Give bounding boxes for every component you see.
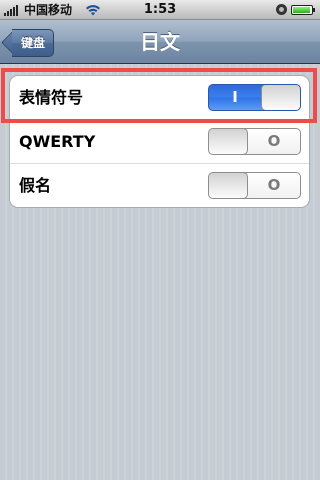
switch-knob[interactable] xyxy=(209,173,248,198)
switch-off-label: O xyxy=(267,176,281,194)
table-row-qwerty: QWERTY O xyxy=(10,119,309,163)
navigation-bar: 键盘 日文 xyxy=(0,20,320,64)
table-row-kana: 假名 O xyxy=(10,163,309,207)
switch-knob[interactable] xyxy=(209,129,248,154)
battery-icon xyxy=(291,5,315,15)
back-button-label: 键盘 xyxy=(20,36,45,50)
highlight-box xyxy=(1,68,317,123)
switch-off-label: O xyxy=(267,132,281,150)
back-button[interactable]: 键盘 xyxy=(1,29,54,57)
rotation-lock-icon xyxy=(276,4,287,15)
page-title: 日文 xyxy=(140,30,180,54)
row-label: 假名 xyxy=(19,176,52,195)
qwerty-toggle-switch[interactable]: O xyxy=(208,128,301,155)
status-bar: 中国移动 1:53 xyxy=(0,0,320,20)
status-time: 1:53 xyxy=(143,2,177,17)
row-label: QWERTY xyxy=(19,132,96,151)
kana-toggle-switch[interactable]: O xyxy=(208,172,301,199)
